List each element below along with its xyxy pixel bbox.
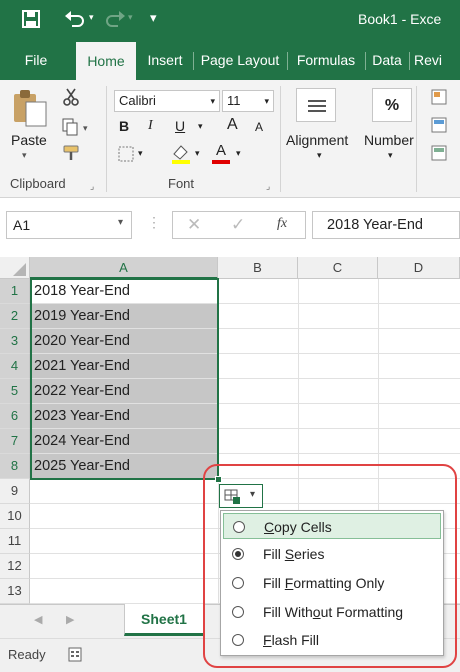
customize-toolbar-icon[interactable]: ▾ — [150, 10, 157, 26]
select-all-corner[interactable] — [0, 257, 30, 279]
ribbon: Paste ▾ ▾ Clipboard ⌟ Calibri ▾ 11 ▾ B I U… — [0, 80, 460, 198]
formula-input-value: 2018 Year-End — [327, 217, 423, 233]
highlight-annotation — [203, 464, 457, 668]
font-size-select[interactable]: 11 ▾ — [222, 90, 274, 112]
paste-dropdown-icon[interactable]: ▾ — [22, 150, 27, 161]
styles-icons[interactable] — [430, 88, 450, 166]
ribbon-separator — [416, 86, 417, 192]
scroll-sheets-left-icon[interactable]: ◀ — [34, 613, 42, 626]
ribbon-separator — [280, 86, 281, 192]
row-header[interactable]: 9 — [0, 479, 30, 504]
macro-recording-icon[interactable] — [68, 647, 82, 663]
borders-icon[interactable] — [118, 146, 134, 162]
row-header[interactable]: 4 — [0, 354, 30, 379]
cancel-icon[interactable]: ✕ — [187, 215, 201, 235]
tab-insert[interactable]: Insert — [138, 38, 192, 80]
font-name-value: Calibri — [119, 93, 156, 108]
cell-a7[interactable]: 2024 Year-End — [30, 429, 218, 454]
cell-a2[interactable]: 2019 Year-End — [30, 304, 218, 329]
clipboard-group-label: Clipboard — [10, 176, 66, 191]
tab-file[interactable]: File — [10, 38, 62, 80]
cell-a5[interactable]: 2022 Year-End — [30, 379, 218, 404]
status-text: Ready — [8, 647, 46, 662]
tab-review[interactable]: Revi — [414, 38, 460, 80]
tab-data[interactable]: Data — [366, 38, 408, 80]
font-color-dropdown-icon[interactable]: ▾ — [236, 148, 241, 159]
alignment-dropdown-icon[interactable]: ▾ — [317, 150, 322, 161]
underline-button[interactable]: U — [175, 118, 185, 134]
cell-a6[interactable]: 2023 Year-End — [30, 404, 218, 429]
scroll-sheets-right-icon[interactable]: ▶ — [66, 613, 74, 626]
row-header[interactable]: 3 — [0, 329, 30, 354]
row-header[interactable]: 8 — [0, 454, 30, 479]
paste-label[interactable]: Paste — [11, 132, 47, 148]
row-header[interactable]: 6 — [0, 404, 30, 429]
grow-font-button[interactable]: A — [227, 116, 238, 134]
row-header[interactable]: 7 — [0, 429, 30, 454]
font-name-select[interactable]: Calibri ▾ — [114, 90, 220, 112]
number-format-icon[interactable]: % — [372, 88, 412, 122]
font-size-value: 11 — [227, 93, 241, 108]
redo-dropdown-icon: ▾ — [128, 12, 133, 22]
italic-button[interactable]: I — [148, 118, 153, 134]
column-header-b[interactable]: B — [218, 257, 298, 279]
cell-a3[interactable]: 2020 Year-End — [30, 329, 218, 354]
formula-bar: A1 ▾ ⋮ ✕ ✓ fx 2018 Year-End — [0, 198, 460, 248]
alignment-icon[interactable] — [296, 88, 336, 122]
format-painter-icon[interactable] — [62, 144, 82, 162]
save-icon[interactable] — [22, 10, 40, 28]
font-color-button[interactable]: A — [212, 142, 230, 159]
column-header-a[interactable]: A — [30, 257, 218, 279]
number-dropdown-icon[interactable]: ▾ — [388, 150, 393, 161]
title-bar: ▾ ▾ ▾ Book1 - Exce — [0, 0, 460, 38]
cell-a4[interactable]: 2021 Year-End — [30, 354, 218, 379]
fill-color-dropdown-icon[interactable]: ▾ — [195, 148, 200, 159]
tab-home[interactable]: Home — [76, 42, 136, 80]
fill-color-icon[interactable] — [170, 142, 192, 164]
row-header[interactable]: 5 — [0, 379, 30, 404]
row-header[interactable]: 13 — [0, 579, 30, 604]
redo-icon[interactable] — [106, 10, 126, 28]
bold-button[interactable]: B — [119, 118, 129, 134]
formula-buttons: ✕ ✓ fx — [172, 211, 306, 239]
cut-icon[interactable] — [62, 88, 80, 106]
row-header[interactable]: 2 — [0, 304, 30, 329]
column-header-d[interactable]: D — [378, 257, 460, 279]
font-color-swatch — [212, 160, 230, 164]
clipboard-launcher-icon[interactable]: ⌟ — [90, 181, 94, 192]
column-header-c[interactable]: C — [298, 257, 378, 279]
tab-formulas[interactable]: Formulas — [288, 38, 364, 80]
tab-page-layout[interactable]: Page Layout — [194, 38, 286, 80]
shrink-font-button[interactable]: A — [255, 120, 263, 134]
ribbon-tabs: File Home Insert Page Layout Formulas Da… — [0, 38, 460, 80]
ribbon-separator — [106, 86, 107, 192]
alignment-label[interactable]: Alignment — [286, 132, 348, 148]
undo-icon[interactable] — [64, 10, 86, 28]
name-box-dropdown-icon[interactable]: ▾ — [118, 217, 123, 228]
paste-icon[interactable] — [12, 88, 48, 128]
font-launcher-icon[interactable]: ⌟ — [266, 181, 270, 192]
window-title: Book1 - Exce — [358, 11, 442, 27]
font-group-label: Font — [168, 176, 195, 191]
enter-icon[interactable]: ✓ — [231, 215, 245, 235]
borders-dropdown-icon[interactable]: ▾ — [138, 148, 143, 159]
copy-icon[interactable]: ▾ — [62, 118, 92, 136]
tab-divider — [409, 52, 410, 70]
cell-a1[interactable]: 2018 Year-End — [30, 279, 218, 304]
formula-input[interactable]: 2018 Year-End — [312, 211, 460, 239]
name-box[interactable]: A1 ▾ — [6, 211, 132, 239]
sheet-tab-sheet1[interactable]: Sheet1 — [124, 604, 204, 636]
number-label[interactable]: Number — [364, 132, 414, 148]
row-header[interactable]: 11 — [0, 529, 30, 554]
underline-dropdown-icon[interactable]: ▾ — [198, 121, 203, 132]
row-header[interactable]: 1 — [0, 279, 30, 304]
row-header[interactable]: 12 — [0, 554, 30, 579]
insert-function-icon[interactable]: fx — [277, 216, 287, 232]
formula-bar-grip-icon: ⋮ — [147, 214, 161, 230]
undo-dropdown-icon[interactable]: ▾ — [89, 12, 94, 23]
name-box-value: A1 — [13, 217, 31, 233]
cell-a8[interactable]: 2025 Year-End — [30, 454, 218, 479]
row-header[interactable]: 10 — [0, 504, 30, 529]
svg-text:▾: ▾ — [83, 123, 88, 133]
